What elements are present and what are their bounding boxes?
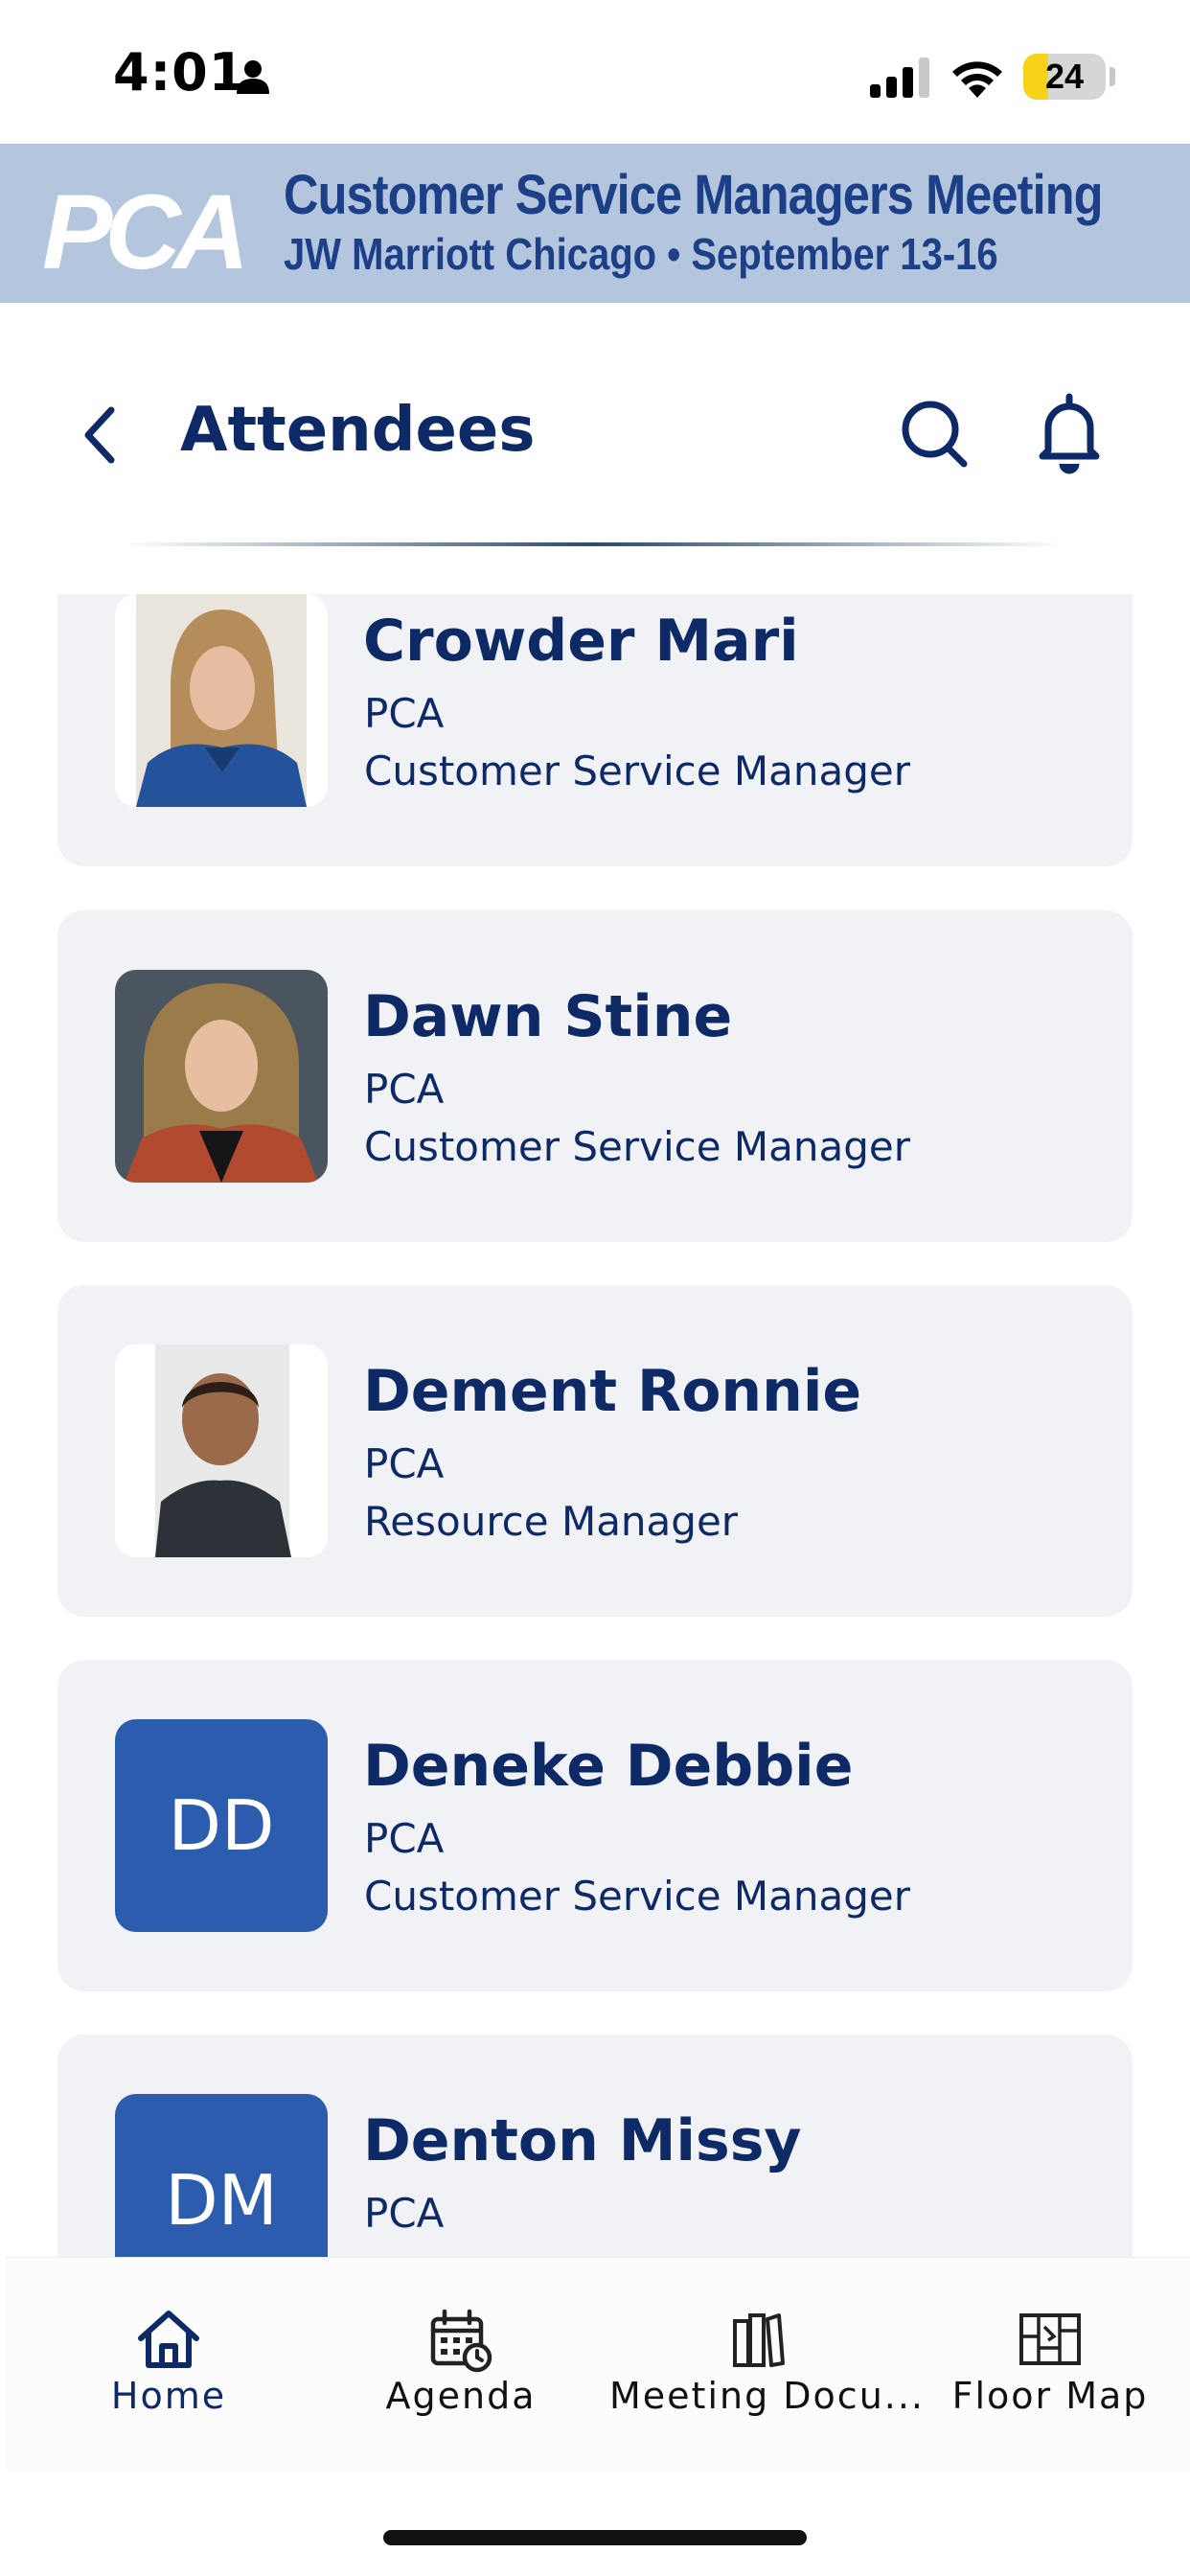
avatar-initials: DM [115, 2094, 328, 2257]
person-icon [234, 58, 272, 100]
attendee-card[interactable]: DD Deneke Debbie PCA Customer Service Ma… [57, 1660, 1133, 1991]
home-indicator[interactable] [383, 2530, 807, 2545]
attendee-card[interactable]: Dement Ronnie PCA Resource Manager [57, 1285, 1133, 1617]
search-icon [902, 401, 968, 468]
attendee-name: Dawn Stine [363, 983, 733, 1050]
attendee-role: Customer Service Manager [364, 1873, 911, 1920]
nav-agenda[interactable]: Agenda [322, 2258, 600, 2472]
documents-icon [733, 2313, 785, 2367]
avatar-initials: DD [115, 1719, 328, 1932]
bottom-nav: Home Agenda Meeting Docu... Floor Map [6, 2257, 1190, 2472]
status-time: 4:01 [113, 42, 246, 103]
nav-label: Agenda [385, 2375, 537, 2417]
attendee-name: Deneke Debbie [363, 1733, 854, 1800]
attendee-org: PCA [364, 1066, 445, 1113]
nav-label: Meeting Docu... [609, 2375, 926, 2417]
attendee-org: PCA [364, 690, 445, 737]
battery-text: 24 [1044, 57, 1085, 96]
chevron-left-icon [84, 406, 115, 464]
attendee-name: Denton Missy [363, 2107, 802, 2174]
home-icon [138, 2311, 199, 2368]
banner-subtitle: JW Marriott Chicago • September 13-16 [284, 229, 998, 279]
avatar-photo [115, 970, 328, 1183]
back-button[interactable] [73, 397, 126, 473]
avatar-photo [115, 1345, 328, 1557]
avatar-photo [115, 594, 328, 807]
attendee-card[interactable]: DM Denton Missy PCA [57, 2035, 1133, 2257]
map-icon [1019, 2313, 1081, 2365]
nav-meeting-documents[interactable]: Meeting Docu... [609, 2258, 926, 2472]
battery-nub [1110, 67, 1115, 86]
wifi-icon [949, 56, 1006, 104]
screen: 4:01 24 PCA Customer Service Managers Me… [0, 0, 1190, 2576]
attendee-role: Customer Service Manager [364, 748, 911, 794]
bell-icon [1039, 393, 1100, 474]
attendee-name: Crowder Mari [363, 608, 799, 675]
attendee-list[interactable]: Crowder Mari PCA Customer Service Manage… [0, 594, 1190, 2257]
attendee-card[interactable]: Crowder Mari PCA Customer Service Manage… [57, 594, 1133, 866]
nav-label: Floor Map [951, 2375, 1149, 2417]
notifications-button[interactable] [1031, 391, 1108, 475]
attendee-org: PCA [364, 1440, 445, 1487]
attendee-org: PCA [364, 1815, 445, 1862]
status-bar: 4:01 24 [0, 0, 1190, 144]
attendee-card[interactable]: Dawn Stine PCA Customer Service Manager [57, 910, 1133, 1242]
calendar-icon [430, 2309, 492, 2373]
header-divider [125, 542, 1064, 546]
banner-title: Customer Service Managers Meeting [284, 164, 1104, 226]
nav-floor-map[interactable]: Floor Map [916, 2258, 1184, 2472]
search-button[interactable] [897, 393, 973, 473]
pca-logo: PCA [42, 173, 249, 291]
attendee-role: Customer Service Manager [364, 1123, 911, 1170]
nav-home[interactable]: Home [25, 2258, 312, 2472]
battery-icon: 24 [1023, 54, 1106, 100]
page-title: Attendees [180, 395, 536, 466]
cellular-signal-icon [868, 56, 931, 104]
attendee-org: PCA [364, 2190, 445, 2237]
page-header [0, 303, 1190, 552]
attendee-role: Resource Manager [364, 1498, 739, 1545]
nav-label: Home [110, 2375, 227, 2417]
attendee-name: Dement Ronnie [363, 1358, 862, 1425]
